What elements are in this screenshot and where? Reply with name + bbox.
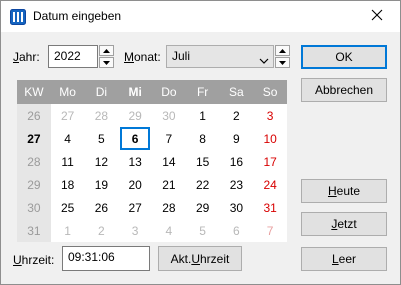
day-cell[interactable]: 1 <box>51 219 85 242</box>
clear-button[interactable]: Leer <box>301 247 387 271</box>
day-cell[interactable]: 9 <box>220 127 254 150</box>
day-cell[interactable]: 5 <box>85 127 119 150</box>
ok-button[interactable]: OK <box>301 45 387 69</box>
year-label: Jahr: <box>13 50 40 64</box>
day-cell[interactable]: 30 <box>220 196 254 219</box>
day-cell[interactable]: 5 <box>186 219 220 242</box>
calendar-grid: KW Mo Di Mi Do Fr Sa So 26 27 28 29 30 1… <box>17 80 287 242</box>
header-do: Do <box>161 85 177 99</box>
day-cell[interactable]: 4 <box>152 219 186 242</box>
calendar-header: KW Mo Di Mi Do Fr Sa So <box>17 80 287 104</box>
day-cell[interactable]: 26 <box>85 196 119 219</box>
week-row: 31 1 2 3 4 5 6 7 <box>17 219 287 242</box>
header-di: Di <box>95 85 108 99</box>
day-cell[interactable]: 2 <box>85 219 119 242</box>
day-cell[interactable]: 31 <box>253 196 287 219</box>
day-cell[interactable]: 21 <box>152 173 186 196</box>
day-cell[interactable]: 3 <box>253 104 287 127</box>
month-up-button[interactable] <box>275 45 290 56</box>
week-row: 26 27 28 29 30 1 2 3 <box>17 104 287 127</box>
day-cell[interactable]: 16 <box>220 150 254 173</box>
week-number: 31 <box>17 219 51 242</box>
day-cell[interactable]: 8 <box>186 127 220 150</box>
day-cell[interactable]: 28 <box>85 104 119 127</box>
window-title: Datum eingeben <box>33 9 122 23</box>
day-cell[interactable]: 28 <box>152 196 186 219</box>
week-row: 30 25 26 27 28 29 30 31 <box>17 196 287 219</box>
day-cell[interactable]: 29 <box>186 196 220 219</box>
day-cell[interactable]: 29 <box>118 104 152 127</box>
week-row: 28 11 12 13 14 15 16 17 <box>17 150 287 173</box>
header-mi: Mi <box>128 85 142 99</box>
day-cell[interactable]: 27 <box>51 104 85 127</box>
arrow-down-icon <box>103 60 110 65</box>
title-bar: Datum eingeben <box>1 1 400 32</box>
month-select[interactable]: Juli <box>166 45 274 68</box>
day-cell[interactable]: 22 <box>186 173 220 196</box>
day-cell[interactable]: 18 <box>51 173 85 196</box>
time-label: Uhrzeit: <box>13 253 55 267</box>
header-so: So <box>262 85 278 99</box>
week-number: 29 <box>17 173 51 196</box>
day-cell[interactable]: 20 <box>118 173 152 196</box>
week-number: 28 <box>17 150 51 173</box>
year-spinner[interactable] <box>99 45 114 68</box>
header-fr: Fr <box>196 85 209 99</box>
week-number: 26 <box>17 104 51 127</box>
day-cell[interactable]: 4 <box>51 127 85 150</box>
year-down-button[interactable] <box>99 57 114 68</box>
day-cell[interactable]: 23 <box>220 173 254 196</box>
time-input[interactable]: 09:31:06 <box>62 246 150 271</box>
day-cell[interactable]: 12 <box>85 150 119 173</box>
month-down-button[interactable] <box>275 57 290 68</box>
day-cell[interactable]: 30 <box>152 104 186 127</box>
selected-day-cell[interactable]: 6 <box>120 127 150 150</box>
day-cell[interactable]: 25 <box>51 196 85 219</box>
month-spinner[interactable] <box>275 45 290 68</box>
day-cell[interactable]: 13 <box>118 150 152 173</box>
month-value: Juli <box>172 49 191 63</box>
month-label: Monat: <box>124 50 161 64</box>
day-cell[interactable]: 10 <box>253 127 287 150</box>
today-button[interactable]: Heute <box>301 179 387 203</box>
year-input[interactable]: 2022 <box>48 45 98 68</box>
arrow-up-icon <box>103 48 110 53</box>
week-row: 29 18 19 20 21 22 23 24 <box>17 173 287 196</box>
day-cell[interactable]: 1 <box>186 104 220 127</box>
day-cell[interactable]: 7 <box>152 127 186 150</box>
day-cell[interactable]: 11 <box>51 150 85 173</box>
close-button[interactable] <box>354 1 400 32</box>
day-cell[interactable]: 27 <box>118 196 152 219</box>
close-icon <box>371 9 383 24</box>
header-sa: Sa <box>229 85 244 99</box>
header-kw: KW <box>24 85 44 99</box>
day-cell[interactable]: 7 <box>253 219 287 242</box>
chevron-down-icon <box>259 53 269 67</box>
date-dialog: Datum eingeben Jahr: 2022 Monat: Juli KW… <box>0 0 401 285</box>
now-button[interactable]: Jetzt <box>301 212 387 236</box>
day-cell[interactable]: 15 <box>186 150 220 173</box>
day-cell[interactable]: 6 <box>220 219 254 242</box>
arrow-up-icon <box>279 48 286 53</box>
week-number: 30 <box>17 196 51 219</box>
day-cell[interactable]: 2 <box>220 104 254 127</box>
calendar-app-icon <box>10 9 26 25</box>
current-time-button[interactable]: Akt. Uhrzeit <box>158 246 242 271</box>
day-cell[interactable]: 24 <box>253 173 287 196</box>
day-cell[interactable]: 14 <box>152 150 186 173</box>
day-cell[interactable]: 19 <box>85 173 119 196</box>
cancel-button[interactable]: Abbrechen <box>301 78 387 102</box>
header-mo: Mo <box>59 85 76 99</box>
day-cell[interactable]: 17 <box>253 150 287 173</box>
year-up-button[interactable] <box>99 45 114 56</box>
week-number: 27 <box>17 127 51 150</box>
arrow-down-icon <box>279 60 286 65</box>
week-row: 27 4 5 6 7 8 9 10 <box>17 127 287 150</box>
day-cell[interactable]: 3 <box>118 219 152 242</box>
